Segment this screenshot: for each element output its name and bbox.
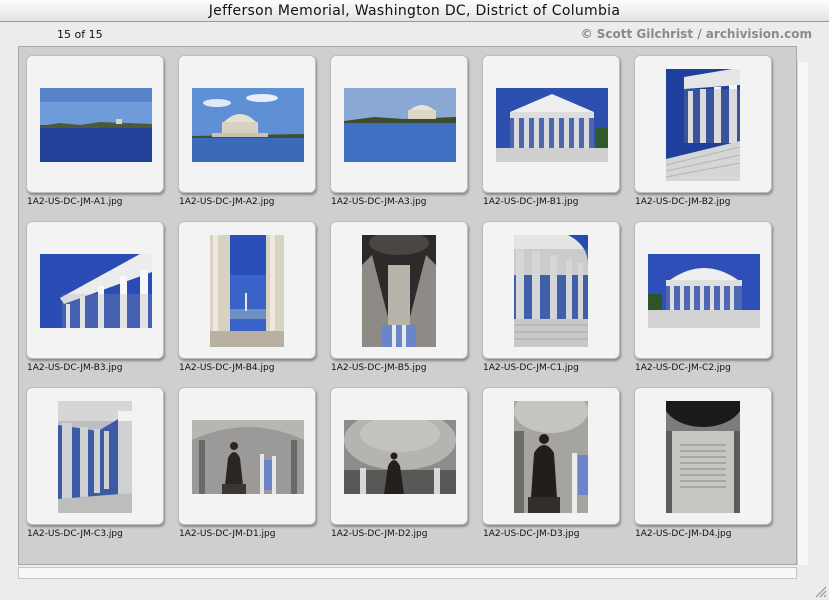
thumbnail-image[interactable] [344,420,456,494]
thumbnail-filename: 1A2-US-DC-JM-D4.jpg [635,529,732,539]
thumbnail-slide[interactable] [330,221,468,359]
thumbnail-filename: 1A2-US-DC-JM-C3.jpg [27,529,123,539]
thumbnail-image[interactable] [344,88,456,162]
thumbnail-image[interactable] [666,401,740,513]
thumbnail-grid-panel: 1A2-US-DC-JM-A1.jpg 1A2-US-DC-JM-A2.jpg … [18,46,797,565]
image-counter: 15 of 15 [57,28,103,41]
thumbnail-slide[interactable] [26,221,164,359]
thumbnail-filename: 1A2-US-DC-JM-A2.jpg [179,197,275,207]
thumbnail-item[interactable]: 1A2-US-DC-JM-A1.jpg [19,47,164,207]
thumbnail-image[interactable] [40,88,152,162]
thumbnail-item[interactable]: 1A2-US-DC-JM-B1.jpg [475,47,620,207]
thumbnail-slide[interactable] [482,55,620,193]
thumbnail-slide[interactable] [26,387,164,525]
thumbnail-slide[interactable] [178,55,316,193]
thumbnail-image[interactable] [362,235,436,347]
thumbnail-filename: 1A2-US-DC-JM-B5.jpg [331,363,427,373]
thumbnail-filename: 1A2-US-DC-JM-C1.jpg [483,363,579,373]
thumbnail-item[interactable]: 1A2-US-DC-JM-C2.jpg [627,213,772,373]
thumbnail-image[interactable] [192,88,304,162]
thumbnail-slide[interactable] [330,387,468,525]
vertical-scrollbar[interactable] [797,62,808,565]
thumbnail-filename: 1A2-US-DC-JM-B4.jpg [179,363,275,373]
thumbnail-item[interactable]: 1A2-US-DC-JM-A2.jpg [171,47,316,207]
thumbnail-item[interactable]: 1A2-US-DC-JM-C1.jpg [475,213,620,373]
thumbnail-slide[interactable] [634,387,772,525]
thumbnail-slide[interactable] [26,55,164,193]
thumbnail-image[interactable] [648,254,760,328]
thumbnail-filename: 1A2-US-DC-JM-D1.jpg [179,529,276,539]
thumbnail-item[interactable]: 1A2-US-DC-JM-D1.jpg [171,379,316,539]
thumbnail-item[interactable]: 1A2-US-DC-JM-D3.jpg [475,379,620,539]
thumbnail-item[interactable]: 1A2-US-DC-JM-B3.jpg [19,213,164,373]
thumbnail-slide[interactable] [482,387,620,525]
thumbnail-item[interactable]: 1A2-US-DC-JM-D4.jpg [627,379,772,539]
thumbnail-item[interactable]: 1A2-US-DC-JM-B4.jpg [171,213,316,373]
window-title-bar[interactable]: Jefferson Memorial, Washington DC, Distr… [0,0,829,22]
thumbnail-slide[interactable] [482,221,620,359]
horizontal-scrollbar[interactable] [18,567,797,579]
resize-grip-icon[interactable] [813,584,827,598]
thumbnail-image[interactable] [496,88,608,162]
thumbnail-image[interactable] [192,420,304,494]
thumbnail-filename: 1A2-US-DC-JM-B3.jpg [27,363,123,373]
thumbnail-filename: 1A2-US-DC-JM-B2.jpg [635,197,731,207]
thumbnail-filename: 1A2-US-DC-JM-C2.jpg [635,363,731,373]
thumbnail-slide[interactable] [178,387,316,525]
thumbnail-slide[interactable] [330,55,468,193]
copyright-credit: © Scott Gilchrist / archivision.com [580,27,812,41]
thumbnail-filename: 1A2-US-DC-JM-A3.jpg [331,197,427,207]
thumbnail-image[interactable] [666,69,740,181]
info-bar: 15 of 15 © Scott Gilchrist / archivision… [0,22,829,46]
thumbnail-filename: 1A2-US-DC-JM-A1.jpg [27,197,123,207]
thumbnail-image[interactable] [58,401,132,513]
window-title: Jefferson Memorial, Washington DC, Distr… [208,3,621,19]
thumbnail-filename: 1A2-US-DC-JM-D3.jpg [483,529,580,539]
thumbnail-filename: 1A2-US-DC-JM-D2.jpg [331,529,428,539]
thumbnail-slide[interactable] [634,221,772,359]
thumbnail-item[interactable]: 1A2-US-DC-JM-C3.jpg [19,379,164,539]
thumbnail-image[interactable] [514,401,588,513]
thumbnail-slide[interactable] [634,55,772,193]
thumbnail-item[interactable]: 1A2-US-DC-JM-B2.jpg [627,47,772,207]
thumbnail-image[interactable] [514,235,588,347]
thumbnail-filename: 1A2-US-DC-JM-B1.jpg [483,197,579,207]
thumbnail-item[interactable]: 1A2-US-DC-JM-D2.jpg [323,379,468,539]
thumbnail-slide[interactable] [178,221,316,359]
thumbnail-image[interactable] [40,254,152,328]
thumbnail-item[interactable]: 1A2-US-DC-JM-A3.jpg [323,47,468,207]
thumbnail-item[interactable]: 1A2-US-DC-JM-B5.jpg [323,213,468,373]
thumbnail-image[interactable] [210,235,284,347]
